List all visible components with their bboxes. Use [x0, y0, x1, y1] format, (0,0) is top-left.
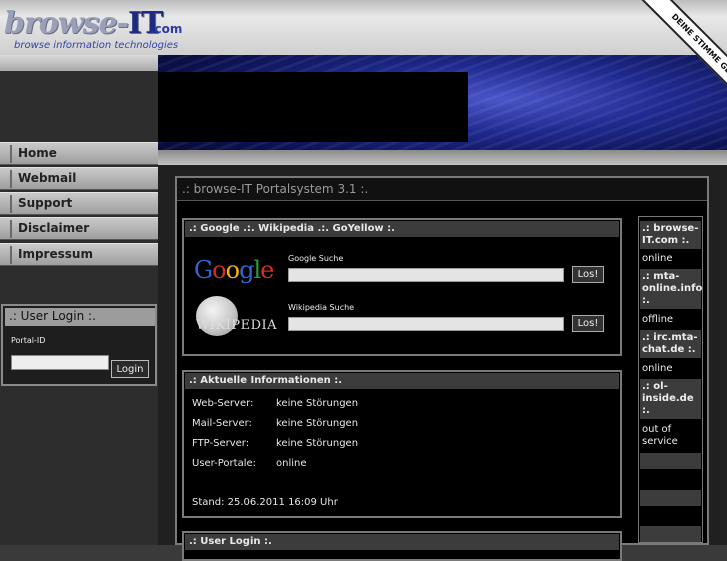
- info-value: keine Störungen: [276, 438, 359, 449]
- content-top-band: [158, 150, 727, 165]
- portal-id-input[interactable]: [11, 355, 109, 370]
- status-name: .: mta-online.info :.: [640, 269, 702, 309]
- nav-label: Disclaimer: [18, 221, 90, 235]
- portal-title: .: browse-IT Portalsystem 3.1 :.: [182, 182, 369, 196]
- info-stand: Stand: 25.06.2011 16:09 Uhr: [192, 497, 338, 508]
- status-placeholder: [640, 453, 701, 469]
- status-name: .: browse-IT.com :.: [640, 221, 701, 249]
- portal-title-bar: .: browse-IT Portalsystem 3.1 :.: [177, 178, 707, 201]
- portal-frame: .: browse-IT Portalsystem 3.1 :. .: Goog…: [175, 176, 709, 561]
- user-login-panel-title: .: User Login :.: [189, 536, 272, 547]
- info-panel-header: .: Aktuelle Informationen :.: [185, 373, 619, 389]
- nav-marker: [10, 145, 12, 163]
- google-search-input[interactable]: [288, 268, 564, 282]
- google-search-label: Google Suche: [288, 254, 344, 263]
- advertisement-area[interactable]: [158, 72, 468, 142]
- search-panel-title: .: Google .:. Wikipedia .:. GoYellow :.: [189, 223, 395, 234]
- nav-label: Impressum: [18, 247, 93, 261]
- nav-marker: [10, 220, 12, 238]
- nav-item-impressum[interactable]: Impressum: [0, 243, 158, 266]
- status-value: offline: [642, 314, 674, 325]
- wikipedia-search-label: Wikipedia Suche: [288, 303, 355, 312]
- sidebar-login-header: .: User Login :.: [5, 308, 155, 326]
- google-search-button[interactable]: Los!: [572, 266, 604, 283]
- status-value: online: [642, 253, 673, 264]
- nav-item-disclaimer[interactable]: Disclaimer: [0, 217, 158, 240]
- corner-ribbon[interactable]: DEINE STIMME GEGEN ARMUT: [570, 0, 727, 157]
- server-status-column: .: browse-IT.com :. online .: mta-online…: [638, 216, 703, 543]
- nav-marker: [10, 170, 12, 188]
- ribbon-text: DEINE STIMME GEGEN ARMUT: [634, 0, 727, 149]
- status-name: .: irc.mta-chat.de :.: [640, 330, 701, 358]
- nav-item-home[interactable]: Home: [0, 142, 158, 165]
- search-panel: .: Google .:. Wikipedia .:. GoYellow :. …: [182, 218, 622, 356]
- user-login-panel: .: User Login :.: [182, 531, 622, 561]
- logo-subtitle: browse information technologies: [14, 40, 179, 51]
- sidebar-login-box: .: User Login :. Portal-ID Login: [1, 304, 157, 386]
- login-button[interactable]: Login: [111, 360, 149, 378]
- status-name: .: ol-inside.de :.: [640, 379, 701, 419]
- nav-marker: [10, 195, 12, 213]
- portal-id-label: Portal-ID: [11, 336, 46, 345]
- wikipedia-logo: WIKIPEDIA: [196, 318, 278, 333]
- header-band: [0, 55, 165, 71]
- info-panel: .: Aktuelle Informationen :. Web-Server:…: [182, 370, 622, 518]
- wikipedia-search-input[interactable]: [288, 317, 564, 331]
- status-value: out of service: [642, 424, 678, 447]
- user-login-panel-header: .: User Login :.: [185, 534, 619, 550]
- info-label: User-Portale:: [192, 458, 257, 469]
- nav-label: Home: [18, 146, 57, 160]
- nav-label: Webmail: [18, 171, 77, 185]
- sidebar-login-title: .: User Login :.: [9, 309, 96, 323]
- info-value: keine Störungen: [276, 398, 359, 409]
- info-value: online: [276, 458, 307, 469]
- info-panel-title: .: Aktuelle Informationen :.: [189, 375, 343, 386]
- info-label: FTP-Server:: [192, 438, 250, 449]
- google-logo-text: Google: [194, 256, 274, 284]
- info-label: Web-Server:: [192, 398, 254, 409]
- info-value: keine Störungen: [276, 418, 359, 429]
- google-logo: Google: [194, 256, 274, 284]
- status-value: online: [642, 363, 673, 374]
- info-label: Mail-Server:: [192, 418, 252, 429]
- search-panel-header: .: Google .:. Wikipedia .:. GoYellow :.: [185, 221, 619, 237]
- status-placeholder: [640, 526, 701, 542]
- nav-label: Support: [18, 196, 73, 210]
- wikipedia-search-button[interactable]: Los!: [572, 315, 604, 332]
- nav-marker: [10, 246, 12, 264]
- status-placeholder: [640, 490, 701, 506]
- logo-text: browse-: [4, 6, 129, 41]
- nav-item-webmail[interactable]: Webmail: [0, 167, 158, 190]
- nav-item-support[interactable]: Support: [0, 192, 158, 215]
- site-logo[interactable]: browse-IT: [4, 6, 163, 41]
- logo-tld: .com: [150, 22, 183, 36]
